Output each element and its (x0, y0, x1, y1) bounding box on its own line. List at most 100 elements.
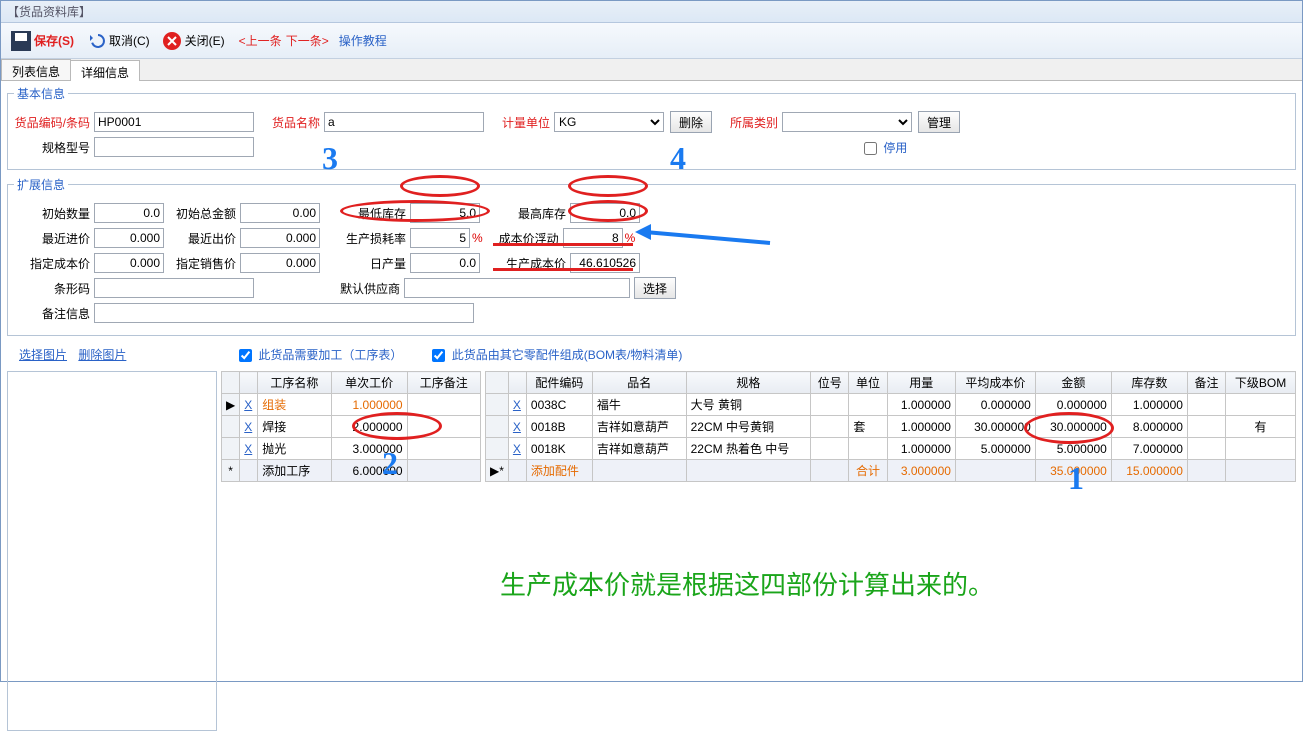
bom-col-code: 配件编码 (526, 372, 592, 394)
undo-icon (86, 31, 106, 51)
basic-fieldset: 基本信息 货品编码/条码 货品名称 计量单位 KG 删除 所属类别 管理 规格型… (7, 85, 1296, 170)
disable-label: 停用 (883, 141, 907, 155)
barcode-label: 条形码 (14, 280, 94, 297)
init-amt-input[interactable] (240, 203, 320, 223)
tab-detail[interactable]: 详细信息 (70, 60, 140, 81)
bom-col-remark: 备注 (1187, 372, 1225, 394)
code-input[interactable] (94, 112, 254, 132)
table-row[interactable]: X 0038C福牛大号 黄铜 1.0000000.0000000.000000 … (486, 394, 1296, 416)
proc-col-remark: 工序备注 (407, 372, 480, 394)
select-image-link[interactable]: 选择图片 (19, 348, 67, 362)
manage-button[interactable]: 管理 (918, 111, 960, 133)
delete-row-link[interactable]: X (513, 442, 521, 456)
cancel-label: 取消(C) (109, 32, 150, 49)
min-stock-input[interactable] (410, 203, 480, 223)
table-row[interactable]: X 抛光 3.000000 (222, 438, 481, 460)
barcode-input[interactable] (94, 278, 254, 298)
save-button[interactable]: 保存(S) (7, 29, 78, 53)
ext-fieldset: 扩展信息 初始数量 初始总金额 最低库存 最高库存 最近进价 最近出价 生产损耗… (7, 176, 1296, 336)
bom-checkbox[interactable] (432, 349, 445, 362)
percent-icon: % (625, 231, 636, 245)
supplier-input[interactable] (404, 278, 630, 298)
min-stock-label: 最低库存 (340, 205, 410, 222)
category-select[interactable] (782, 112, 912, 132)
delete-image-link[interactable]: 删除图片 (78, 348, 126, 362)
bom-col-sub: 下级BOM (1226, 372, 1296, 394)
next-link[interactable]: 下一条> (286, 32, 329, 49)
code-label: 货品编码/条码 (14, 114, 94, 131)
last-in-label: 最近进价 (14, 230, 94, 247)
category-label: 所属类别 (722, 114, 782, 131)
delete-row-link[interactable]: X (244, 420, 252, 434)
max-stock-label: 最高库存 (500, 205, 570, 222)
day-out-label: 日产量 (340, 255, 410, 272)
percent-icon: % (472, 231, 483, 245)
window-title: 【货品资料库】 (1, 1, 1302, 23)
bom-grid: 配件编码 品名 规格 位号 单位 用量 平均成本价 金额 库存数 备注 下级BO… (485, 371, 1296, 731)
close-button[interactable]: 关闭(E) (158, 29, 229, 53)
table-row[interactable]: X 焊接 2.000000 (222, 416, 481, 438)
process-grid: 工序名称 单次工价 工序备注 ▶ X 组装 1.000000 X 焊接 2.00… (221, 371, 481, 731)
bom-col-qty: 用量 (887, 372, 955, 394)
save-label: 保存(S) (34, 32, 74, 49)
delete-row-link[interactable]: X (513, 420, 521, 434)
image-panel (7, 371, 217, 731)
supplier-label: 默认供应商 (334, 280, 404, 297)
bom-col-spec: 规格 (686, 372, 811, 394)
loss-label: 生产损耗率 (340, 230, 410, 247)
max-stock-input[interactable] (570, 203, 640, 223)
table-row[interactable]: ▶ X 组装 1.000000 (222, 394, 481, 416)
disable-checkbox[interactable] (864, 142, 877, 155)
spec-cost-input[interactable] (94, 253, 164, 273)
bom-col-unit: 单位 (849, 372, 887, 394)
table-row[interactable]: X 0018K吉祥如意葫芦22CM 热着色 中号 1.0000005.00000… (486, 438, 1296, 460)
last-out-label: 最近出价 (170, 230, 240, 247)
delete-row-link[interactable]: X (513, 398, 521, 412)
remark-label: 备注信息 (14, 305, 94, 322)
spec-input[interactable] (94, 137, 254, 157)
delete-row-link[interactable]: X (244, 442, 252, 456)
bom-col-name: 品名 (592, 372, 686, 394)
cost-float-input[interactable] (563, 228, 623, 248)
init-qty-input[interactable] (94, 203, 164, 223)
save-icon (11, 31, 31, 51)
tab-bar: 列表信息 详细信息 (1, 59, 1302, 81)
loss-input[interactable] (410, 228, 470, 248)
close-label: 关闭(E) (185, 32, 225, 49)
prev-link[interactable]: <上一条 (239, 32, 282, 49)
unit-label: 计量单位 (494, 114, 554, 131)
proc-col-price: 单次工价 (331, 372, 407, 394)
name-input[interactable] (324, 112, 484, 132)
remark-input[interactable] (94, 303, 474, 323)
name-label: 货品名称 (264, 114, 324, 131)
select-button[interactable]: 选择 (634, 277, 676, 299)
toolbar: 保存(S) 取消(C) 关闭(E) <上一条 下一条> 操作教程 (1, 23, 1302, 59)
cost-float-label: 成本价浮动 (493, 230, 563, 247)
bom-col-stock: 库存数 (1111, 372, 1187, 394)
delete-row-link[interactable]: X (244, 398, 252, 412)
bom-check-label: 此货品由其它零配件组成(BOM表/物料清单) (452, 348, 683, 362)
bom-col-amt: 金额 (1035, 372, 1111, 394)
tab-list[interactable]: 列表信息 (1, 59, 71, 80)
basic-legend: 基本信息 (14, 85, 68, 102)
spec-sale-label: 指定销售价 (170, 255, 240, 272)
day-out-input[interactable] (410, 253, 480, 273)
bom-col-avg: 平均成本价 (955, 372, 1035, 394)
init-amt-label: 初始总金额 (170, 205, 240, 222)
prod-cost-label: 生产成本价 (500, 255, 570, 272)
proc-checkbox[interactable] (239, 349, 252, 362)
spec-cost-label: 指定成本价 (14, 255, 94, 272)
last-in-input[interactable] (94, 228, 164, 248)
add-process-row[interactable]: *添加工序6.000000 (222, 460, 481, 482)
proc-col-name: 工序名称 (258, 372, 331, 394)
last-out-input[interactable] (240, 228, 320, 248)
delete-button[interactable]: 删除 (670, 111, 712, 133)
cancel-button[interactable]: 取消(C) (82, 29, 154, 53)
bom-total-row[interactable]: ▶* 添加配件 合计 3.000000 35.000000 15.000000 (486, 460, 1296, 482)
table-row[interactable]: X 0018B吉祥如意葫芦22CM 中号黄铜套 1.00000030.00000… (486, 416, 1296, 438)
spec-sale-input[interactable] (240, 253, 320, 273)
ext-legend: 扩展信息 (14, 176, 68, 193)
unit-select[interactable]: KG (554, 112, 664, 132)
tutorial-link[interactable]: 操作教程 (339, 32, 387, 49)
prod-cost-input[interactable] (570, 253, 640, 273)
